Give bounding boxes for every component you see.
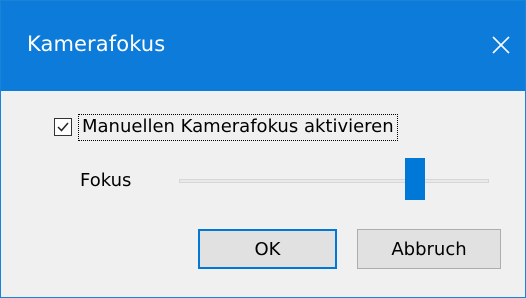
close-button[interactable] bbox=[475, 1, 525, 91]
manual-focus-option[interactable]: Manuellen Kamerafokus aktivieren bbox=[54, 111, 398, 143]
close-icon bbox=[492, 36, 510, 54]
ok-button[interactable]: OK bbox=[198, 229, 337, 269]
focus-slider-track[interactable] bbox=[179, 179, 489, 183]
camera-focus-dialog: Kamerafokus Manuellen Kamerafokus aktivi… bbox=[0, 0, 526, 298]
title-bar[interactable]: Kamerafokus bbox=[1, 1, 525, 91]
cancel-button[interactable]: Abbruch bbox=[357, 229, 501, 269]
focus-slider-thumb[interactable] bbox=[405, 158, 425, 200]
dialog-body: Manuellen Kamerafokus aktivieren Fokus O… bbox=[1, 91, 525, 297]
dialog-title: Kamerafokus bbox=[27, 32, 166, 56]
manual-focus-checkbox[interactable] bbox=[54, 118, 72, 136]
checkmark-icon bbox=[57, 122, 69, 132]
manual-focus-label[interactable]: Manuellen Kamerafokus aktivieren bbox=[78, 113, 398, 141]
focus-label: Fokus bbox=[80, 170, 132, 191]
